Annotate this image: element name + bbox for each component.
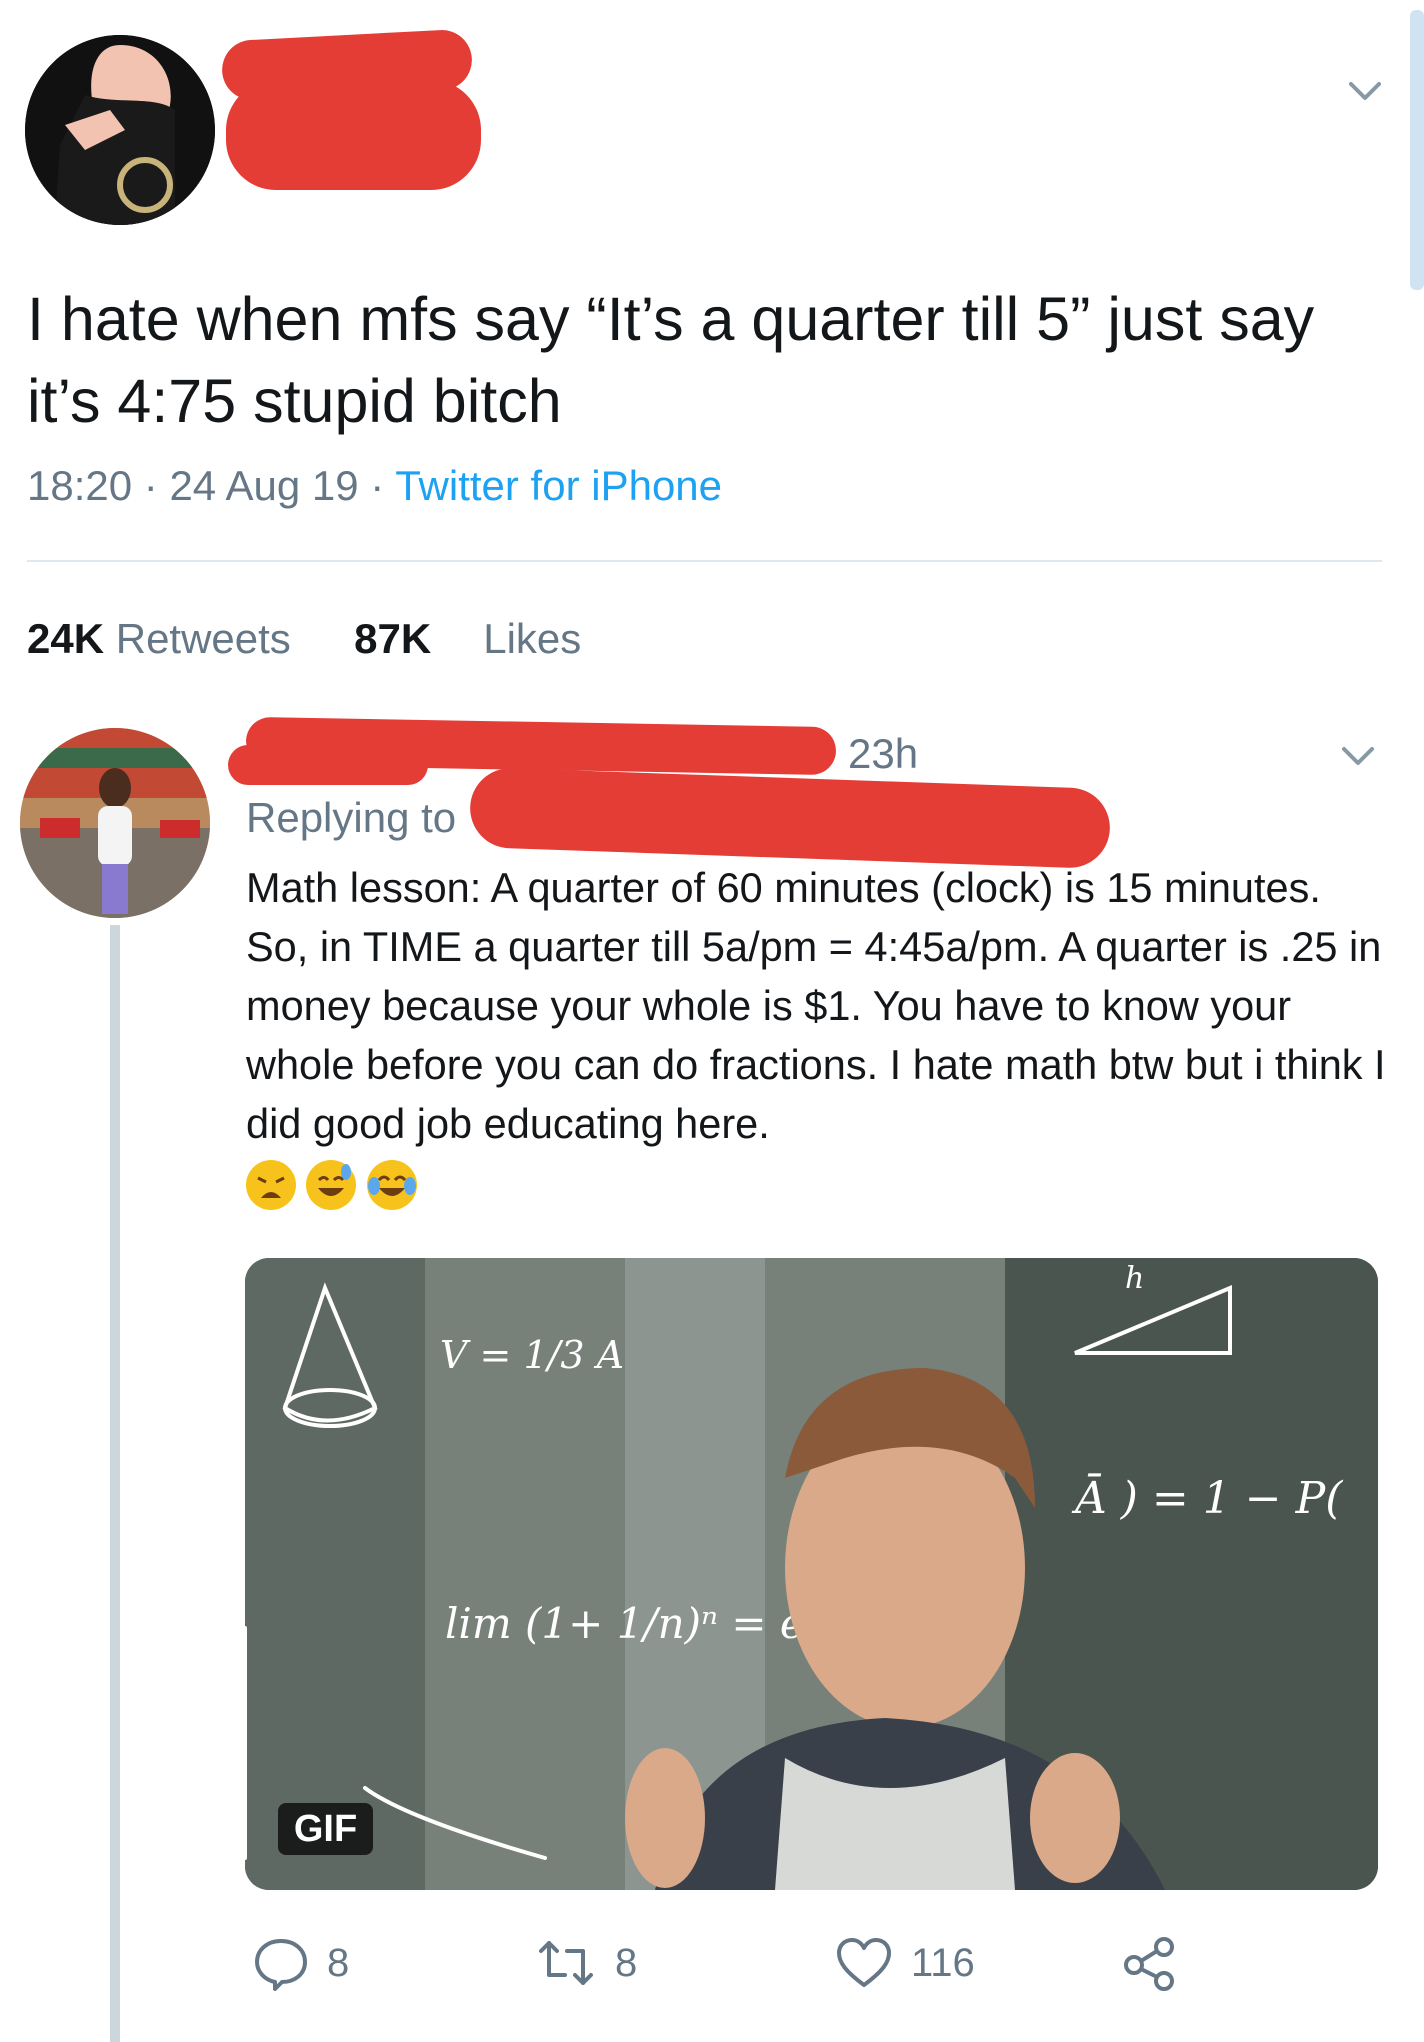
like-count: 116 <box>911 1940 975 1985</box>
reply-count: 8 <box>327 1940 350 1985</box>
retweets-stat[interactable]: 24K Retweets <box>27 615 291 662</box>
reply-bubble-icon <box>255 1939 307 1991</box>
gif-badge: GIF <box>278 1803 373 1855</box>
weary-face-emoji-icon <box>246 1160 296 1210</box>
heart-icon <box>837 1938 891 1987</box>
sweat-smile-emoji-icon <box>306 1160 357 1210</box>
likes-label: Likes <box>483 615 582 662</box>
tweet-stats: 24K Retweets 87K Likes <box>27 615 581 663</box>
gif-media[interactable]: V = 1/3 A lim (1+ 1/n)ⁿ = e Ā ) = 1 − P(… <box>245 1258 1378 1890</box>
tweet-time: 18:20 <box>27 462 133 509</box>
likes-stat[interactable]: 87K Likes <box>354 615 581 662</box>
divider <box>27 560 1382 562</box>
like-action[interactable]: 116 <box>835 1935 975 1991</box>
chevron-down-icon[interactable] <box>1345 70 1385 110</box>
retweet-action[interactable]: 8 <box>535 1935 637 1991</box>
emoji-row <box>246 1160 423 1215</box>
redacted-reply-handle <box>228 745 428 785</box>
redacted-replying-handle <box>468 766 1112 870</box>
replying-to: Replying to <box>246 794 457 841</box>
formula-cone: V = 1/3 A <box>440 1333 624 1377</box>
retweet-icon <box>539 1941 593 1985</box>
tweet-meta: 18:20 · 24 Aug 19 · Twitter for iPhone <box>27 462 722 510</box>
retweets-label: Retweets <box>115 615 291 662</box>
formula-limit: lim (1+ 1/n)ⁿ = e <box>445 1599 805 1648</box>
tweet-date: 24 Aug 19 <box>169 462 359 509</box>
reply-action[interactable]: 8 <box>253 1935 349 1991</box>
tweet-text: I hate when mfs say “It’s a quarter till… <box>27 285 1315 435</box>
share-icon <box>1124 1937 1174 1991</box>
share-action[interactable] <box>1122 1935 1180 1991</box>
meta-separator: · <box>143 462 170 509</box>
retweets-count: 24K <box>27 615 105 662</box>
formula-probability: Ā ) = 1 − P( <box>1071 1472 1343 1524</box>
scrollbar[interactable] <box>1410 10 1424 290</box>
retweet-count: 8 <box>615 1940 638 1985</box>
reply-chevron-down-icon[interactable] <box>1338 735 1378 775</box>
meta-separator: · <box>370 462 396 509</box>
reply-age: 23h <box>848 730 919 777</box>
likes-count: 87K <box>354 615 432 662</box>
reply-text: Math lesson: A quarter of 60 minutes (cl… <box>246 864 1386 1147</box>
redacted-handle <box>226 80 481 190</box>
tears-of-joy-emoji-icon <box>366 1160 417 1210</box>
formula-triangle-label: h <box>1125 1261 1144 1296</box>
tweet-source-link[interactable]: Twitter for iPhone <box>395 462 722 509</box>
author-avatar[interactable] <box>25 35 215 225</box>
thread-line <box>110 925 120 2042</box>
reply-author-avatar[interactable] <box>20 728 210 918</box>
